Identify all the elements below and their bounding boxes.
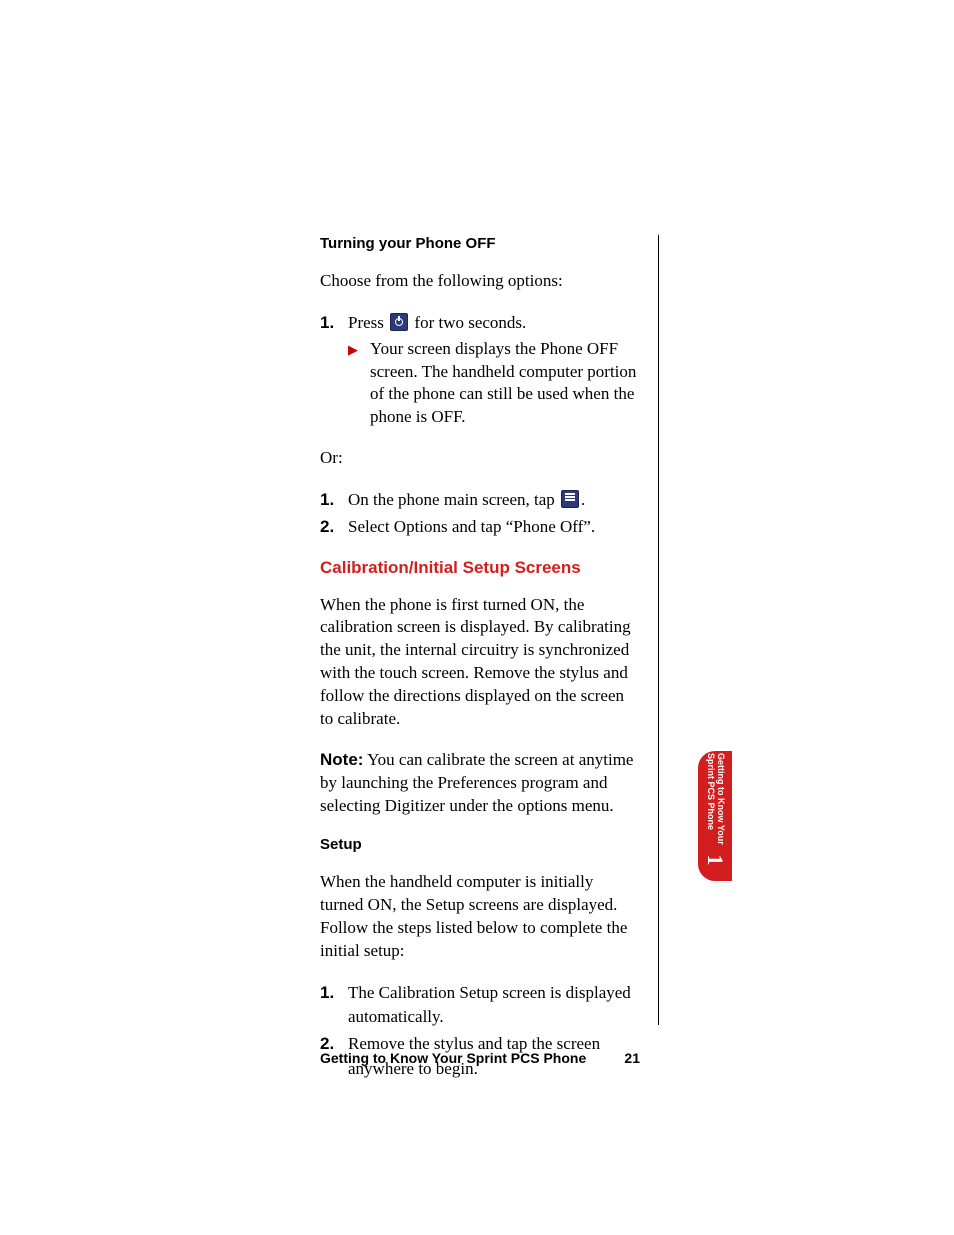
- calibration-paragraph: When the phone is first turned ON, the c…: [320, 594, 640, 732]
- menu-tap-icon: [561, 490, 579, 508]
- setup-paragraph: When the handheld computer is initially …: [320, 871, 640, 963]
- page-content-column: Turning your Phone OFF Choose from the f…: [320, 235, 640, 1099]
- side-tab-label: Getting to Know Your Sprint PCS Phone: [705, 753, 725, 845]
- setup-list: 1. The Calibration Setup screen is displ…: [320, 981, 640, 1082]
- side-tab-chapter-number: 1: [702, 843, 728, 877]
- note-body: You can calibrate the screen at anytime …: [320, 750, 633, 815]
- list-number: 1.: [320, 488, 348, 513]
- option-b-list: 1. On the phone main screen, tap . 2. Se…: [320, 488, 640, 539]
- list-number: 2.: [320, 515, 348, 540]
- list-text: The Calibration Setup screen is displaye…: [348, 981, 640, 1030]
- chapter-side-tab: Getting to Know Your Sprint PCS Phone 1: [698, 751, 732, 881]
- text-fragment: On the phone main screen, tap: [348, 490, 559, 509]
- bullet-text: Your screen displays the Phone OFF scree…: [370, 338, 640, 430]
- list-item: 1. Press for two seconds. ▶ Your screen …: [320, 311, 640, 429]
- list-item: 1. On the phone main screen, tap .: [320, 488, 640, 513]
- footer-title: Getting to Know Your Sprint PCS Phone: [320, 1050, 586, 1066]
- sub-bullet: ▶ Your screen displays the Phone OFF scr…: [348, 338, 640, 430]
- footer-page-number: 21: [624, 1050, 640, 1066]
- list-item: 1. The Calibration Setup screen is displ…: [320, 981, 640, 1030]
- list-text: Press for two seconds. ▶ Your screen dis…: [348, 311, 640, 429]
- list-text: On the phone main screen, tap .: [348, 488, 640, 513]
- text-fragment: .: [581, 490, 585, 509]
- power-button-icon: [390, 313, 408, 331]
- list-number: 1.: [320, 981, 348, 1030]
- heading-setup: Setup: [320, 836, 640, 853]
- text-fragment: for two seconds.: [410, 313, 526, 332]
- page-footer: Getting to Know Your Sprint PCS Phone 21: [320, 1050, 640, 1066]
- option-a-list: 1. Press for two seconds. ▶ Your screen …: [320, 311, 640, 429]
- vertical-divider: [658, 235, 659, 1025]
- text-fragment: Press: [348, 313, 388, 332]
- list-item: 2. Select Options and tap “Phone Off”.: [320, 515, 640, 540]
- or-text: Or:: [320, 447, 640, 470]
- heading-calibration: Calibration/Initial Setup Screens: [320, 558, 640, 578]
- list-text: Select Options and tap “Phone Off”.: [348, 515, 640, 540]
- intro-choose: Choose from the following options:: [320, 270, 640, 293]
- note-paragraph: Note: You can calibrate the screen at an…: [320, 749, 640, 818]
- side-tab-line1: Getting to Know Your: [716, 753, 726, 845]
- heading-turning-off: Turning your Phone OFF: [320, 235, 640, 252]
- note-label: Note:: [320, 750, 363, 769]
- triangle-bullet-icon: ▶: [348, 338, 370, 430]
- side-tab-line2: Sprint PCS Phone: [706, 753, 716, 830]
- list-number: 1.: [320, 311, 348, 429]
